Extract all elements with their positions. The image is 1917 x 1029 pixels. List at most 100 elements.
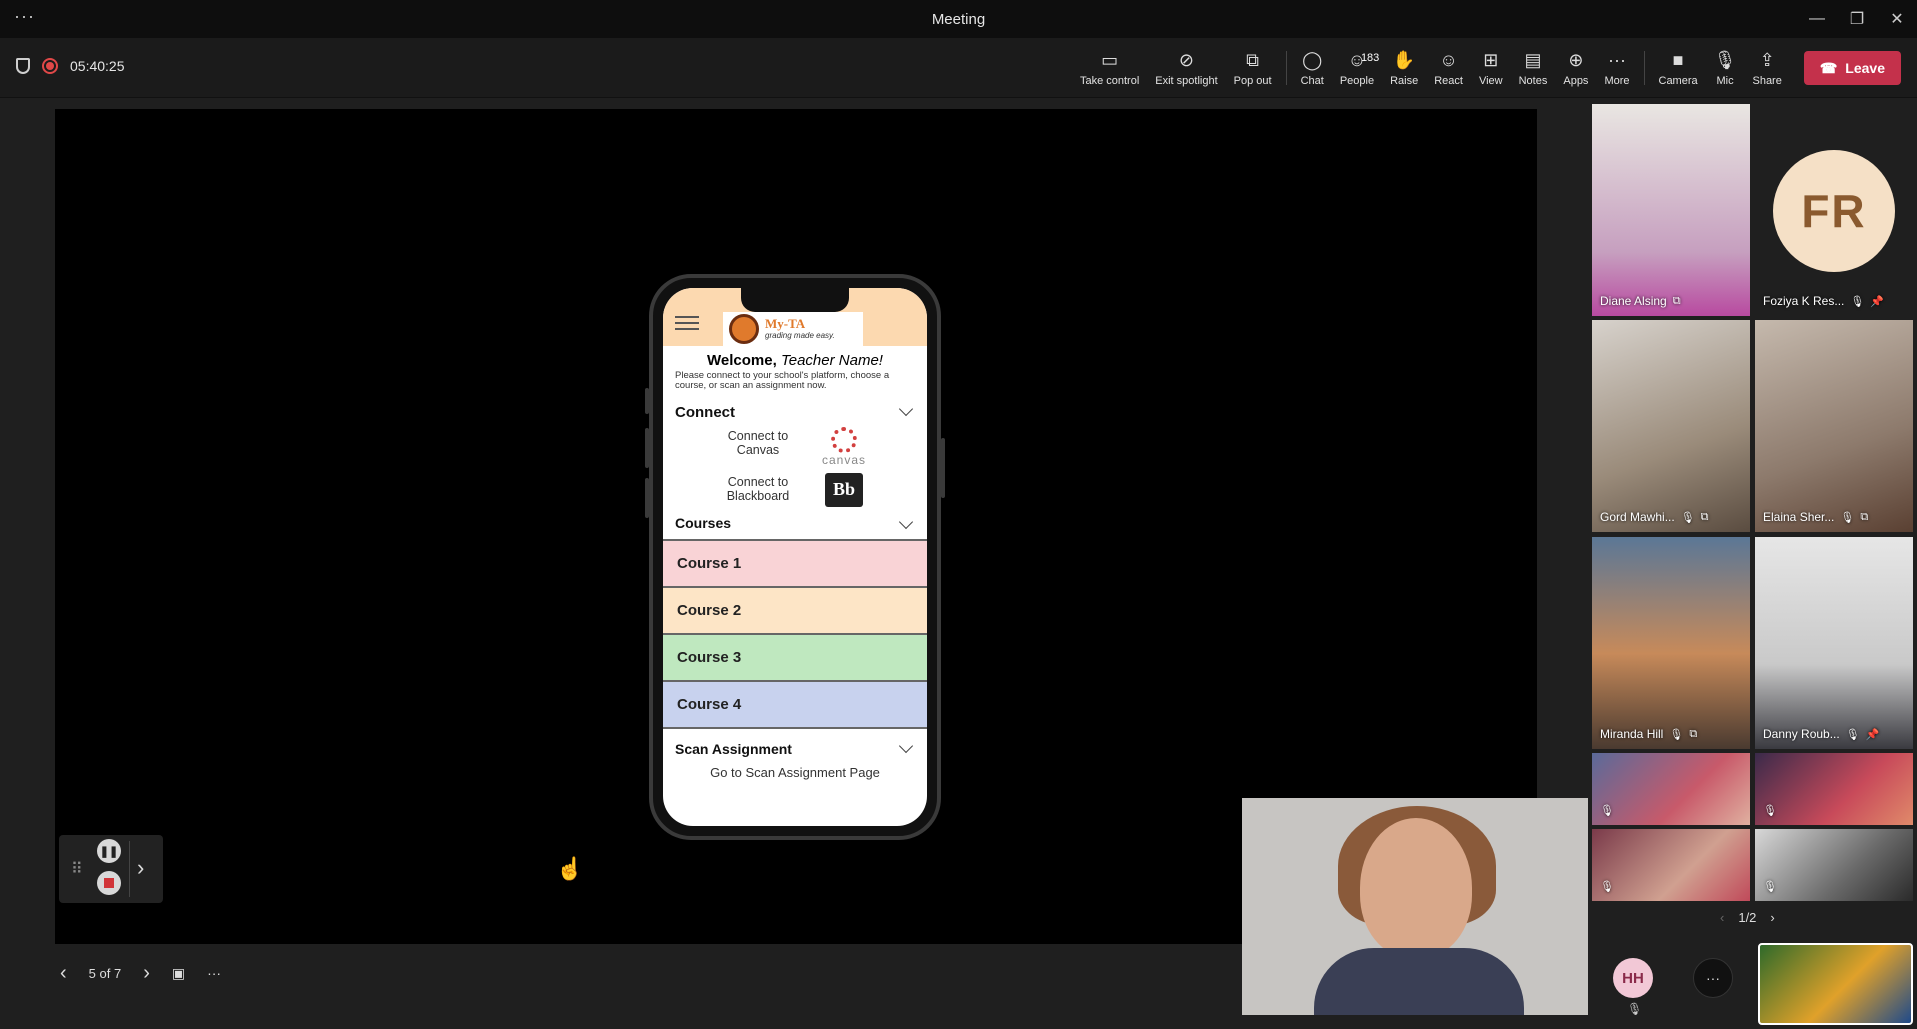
mic-off-icon: 🎙 (1763, 805, 1777, 817)
slide-more-icon[interactable]: ··· (207, 965, 221, 981)
participant-tile[interactable]: Elaina Sher... 🎙 ⧉ (1755, 320, 1913, 532)
people-count: 183 (1360, 52, 1380, 64)
people-button[interactable]: ☺ 183 People (1332, 38, 1382, 98)
connect-canvas-row: Connect to Canvas canvas (663, 426, 927, 473)
canvas-burst-icon (831, 426, 857, 453)
take-control-button[interactable]: ▭ Take control (1072, 38, 1147, 98)
gallery-pager: ‹ 1/2 › (1720, 910, 1775, 925)
drag-handle-icon[interactable]: ⠿ (71, 859, 83, 879)
exit-spotlight-button[interactable]: ⊘ Exit spotlight (1147, 38, 1225, 98)
next-slide-button[interactable]: › (143, 962, 150, 985)
participant-tile[interactable]: Diane Alsing ⧉ (1592, 104, 1750, 316)
participant-name: Foziya K Res... (1763, 294, 1845, 308)
apps-button[interactable]: ⊕ Apps (1555, 38, 1596, 98)
scan-assignment-link: Go to Scan Assignment Page (710, 764, 880, 780)
chat-icon: ◯ (1302, 50, 1323, 70)
camera-icon: ■ (1672, 50, 1684, 70)
phone-side-button (941, 438, 945, 498)
app-logo: My-TA grading made easy. (723, 312, 863, 346)
presenter-controls: ⠿ ❚❚ › (59, 835, 163, 903)
pop-out-button[interactable]: ⧉ Pop out (1226, 38, 1280, 98)
mic-button[interactable]: 🎙 Mic (1706, 38, 1745, 98)
chevron-down-icon (898, 738, 914, 753)
share-icon: ⇪ (1759, 50, 1775, 70)
course-label: Course 2 (677, 601, 742, 619)
mic-off-icon: 🎙 (1840, 511, 1855, 524)
mic-off-icon: 🎙 (1850, 295, 1865, 308)
canvas-logo: canvas (819, 426, 869, 467)
previous-page-icon[interactable]: ‹ (1720, 910, 1724, 925)
blackboard-logo: Bb (825, 472, 863, 507)
more-button[interactable]: ··· More (1596, 38, 1637, 98)
leave-button[interactable]: ☎ Leave (1803, 51, 1901, 85)
previous-slide-button[interactable]: ‹ (60, 962, 67, 985)
course-row: Course 2 (663, 585, 927, 633)
scan-section-header: Scan Assignment (663, 726, 927, 757)
chat-button[interactable]: ◯ Chat (1293, 38, 1332, 98)
screen-share-icon: ⧉ (1700, 510, 1709, 523)
pause-icon[interactable]: ❚❚ (97, 839, 121, 863)
participant-tile-small[interactable]: 🎙 (1755, 829, 1913, 901)
recording-icon (42, 58, 58, 74)
participant-tile-small[interactable]: 🎙 (1592, 829, 1750, 901)
course-label: Course 4 (677, 695, 742, 713)
react-button[interactable]: ☺ React (1426, 38, 1471, 98)
window-title: Meeting (931, 10, 986, 28)
phone-screen: My-TA grading made easy. Welcome, Teache… (663, 288, 927, 826)
view-button[interactable]: ⊞ View (1471, 38, 1511, 98)
phone-mockup: My-TA grading made easy. Welcome, Teache… (645, 274, 945, 840)
avatar[interactable]: HH (1613, 958, 1653, 998)
restore-icon[interactable]: ❐ (1837, 0, 1877, 38)
next-page-icon[interactable]: › (1770, 910, 1774, 925)
plus-icon: ⊕ (1568, 50, 1584, 70)
turtle-logo-icon (729, 314, 759, 344)
close-icon[interactable]: ✕ (1877, 0, 1917, 38)
participant-tile-small[interactable]: 🎙 (1592, 753, 1750, 825)
chevron-down-icon (898, 514, 914, 529)
presenter-video (1242, 798, 1588, 1015)
course-row: Course 4 (663, 679, 927, 727)
participant-name: Miranda Hill (1600, 727, 1664, 741)
screen-share-icon: ⧉ (1689, 727, 1698, 740)
avatar: FR (1773, 150, 1895, 272)
grid-icon: ⊞ (1483, 50, 1499, 70)
camera-button[interactable]: ■ Camera (1651, 38, 1706, 98)
smiley-icon: ☺ (1439, 50, 1458, 70)
stop-icon[interactable] (97, 871, 121, 895)
slide-layout-icon[interactable]: ▣ (172, 965, 185, 982)
phone-side-button (645, 478, 649, 518)
mic-off-icon: 🎙 (1600, 881, 1614, 893)
pin-icon: 📌 (1865, 728, 1880, 741)
more-participants-button[interactable]: ··· (1693, 958, 1733, 998)
participant-tile[interactable]: Miranda Hill 🎙 ⧉ (1592, 537, 1750, 749)
recording-timer: 05:40:25 (70, 58, 125, 74)
participant-name: Elaina Sher... (1763, 510, 1835, 524)
title-more-icon[interactable]: ··· (14, 6, 35, 27)
participant-tile[interactable]: Gord Mawhi... 🎙 ⧉ (1592, 320, 1750, 532)
screen-share-icon: ⧉ (1672, 294, 1681, 307)
presenter-face (1360, 818, 1472, 958)
course-row: Course 3 (663, 632, 927, 680)
toolbar-divider (1643, 51, 1645, 85)
mic-off-icon: 🎙 (1845, 728, 1860, 741)
connect-blackboard-row: Connect to Blackboard Bb (663, 472, 927, 519)
self-video-preview[interactable] (1758, 943, 1913, 1025)
screen-share-icon: ⧉ (1860, 510, 1869, 523)
share-button[interactable]: ⇪ Share (1744, 38, 1789, 98)
minimize-icon[interactable]: — (1797, 0, 1837, 38)
mic-off-icon: 🎙 (1627, 1002, 1643, 1016)
mic-off-icon: 🎙 (1713, 50, 1737, 70)
participant-tile[interactable]: Danny Roub... 🎙 📌 (1755, 537, 1913, 749)
participant-name: Diane Alsing (1600, 294, 1667, 308)
meeting-toolbar: 05:40:25 ▭ Take control ⊘ Exit spotlight ⧉… (0, 38, 1917, 98)
hand-icon: ✋ (1392, 50, 1416, 70)
hand-cursor-icon: ☝ (556, 856, 584, 881)
raise-hand-button[interactable]: ✋ Raise (1382, 38, 1426, 98)
mic-off-icon: 🎙 (1763, 881, 1777, 893)
notes-button[interactable]: ▤ Notes (1511, 38, 1556, 98)
participant-name: Danny Roub... (1763, 727, 1840, 741)
participant-tile-small[interactable]: 🎙 (1755, 753, 1913, 825)
courses-section-header: Courses (663, 514, 927, 539)
spotlight-off-icon: ⊘ (1178, 50, 1194, 70)
chevron-right-icon[interactable]: › (137, 855, 144, 881)
